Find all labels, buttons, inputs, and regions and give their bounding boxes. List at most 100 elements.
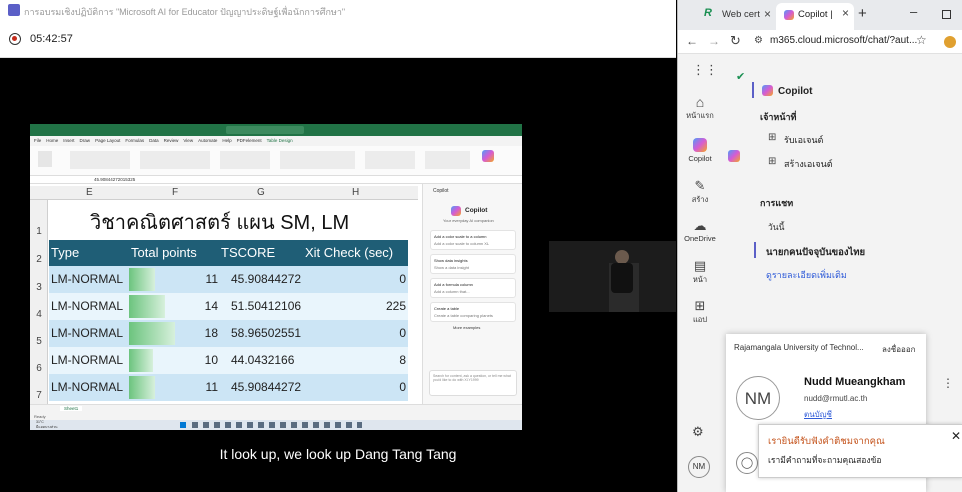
favorite-star-icon[interactable]: ☆: [916, 33, 927, 47]
back-icon[interactable]: ←: [686, 34, 698, 48]
cell-xit[interactable]: 0: [399, 272, 406, 286]
col-letter-e[interactable]: E: [86, 187, 93, 198]
header-xit-check[interactable]: Xit Check (sec): [305, 245, 393, 260]
tab-view[interactable]: View: [183, 138, 193, 143]
more-options-icon[interactable]: ⋮: [942, 376, 954, 390]
cell-type[interactable]: LM-NORMAL: [51, 380, 123, 394]
cell-points[interactable]: 11: [206, 380, 218, 394]
suggestion-card[interactable]: Add a color scale to a column Add a colo…: [430, 230, 516, 250]
speaker-video[interactable]: [549, 241, 676, 312]
rail-item-create[interactable]: ✎ สร้าง: [678, 178, 722, 212]
user-avatar[interactable]: NM: [688, 456, 710, 478]
tab-file[interactable]: File: [34, 138, 41, 143]
sheet-tab[interactable]: Sheet1: [60, 406, 83, 411]
col-letter-h[interactable]: H: [352, 187, 359, 198]
cell-tscore[interactable]: 45.90844272: [231, 380, 301, 394]
more-examples-button[interactable]: More examples: [453, 325, 480, 330]
tab-automate[interactable]: Automate: [198, 138, 217, 143]
tab-insert[interactable]: Insert: [63, 138, 74, 143]
font-group-icon[interactable]: [70, 151, 130, 169]
minimize-icon[interactable]: –: [910, 4, 917, 19]
sign-out-link[interactable]: ลงชื่อออก: [882, 343, 916, 356]
maximize-icon[interactable]: [942, 10, 951, 19]
cell-tscore[interactable]: 45.90844272: [231, 272, 301, 286]
cell-xit[interactable]: 8: [399, 353, 406, 367]
header-total-points[interactable]: Total points: [131, 245, 197, 260]
create-agent-link[interactable]: สร้างเอเจนต์: [784, 157, 833, 171]
rail-item-onedrive[interactable]: ☁ OneDrive: [678, 218, 722, 252]
new-tab-icon[interactable]: +: [858, 5, 867, 22]
tab-home[interactable]: Home: [46, 138, 58, 143]
row-num-6[interactable]: 6: [30, 363, 48, 374]
weather-widget[interactable]: 31°C มีแดดบางส่วน: [36, 420, 58, 430]
row-num-3[interactable]: 3: [30, 282, 48, 293]
close-tab-icon[interactable]: ×: [842, 6, 849, 20]
tab-help[interactable]: Help: [222, 138, 231, 143]
cell-tscore[interactable]: 58.96502551: [231, 326, 301, 340]
header-tscore[interactable]: TSCORE: [221, 245, 275, 260]
col-letter-f[interactable]: F: [172, 187, 178, 198]
cell-type[interactable]: LM-NORMAL: [51, 299, 123, 313]
record-icon[interactable]: [9, 33, 21, 45]
cells-group-icon[interactable]: [365, 151, 415, 169]
cell-type[interactable]: LM-NORMAL: [51, 326, 123, 340]
tab-formulas[interactable]: Formulas: [125, 138, 144, 143]
row-num-7[interactable]: 7: [30, 390, 48, 401]
tab-table-design[interactable]: Table Design: [267, 138, 293, 143]
cell-points[interactable]: 18: [205, 326, 218, 340]
col-letter-g[interactable]: G: [257, 187, 265, 198]
suggestion-card[interactable]: Create a table Create a table comparing …: [430, 302, 516, 322]
formula-value[interactable]: 45.90844272015325: [94, 177, 135, 182]
tab-page-layout[interactable]: Page Layout: [95, 138, 120, 143]
cell-points[interactable]: 11: [206, 272, 218, 286]
address-bar[interactable]: m365.cloud.microsoft/chat/?aut...: [770, 35, 917, 46]
chat-history-item[interactable]: นายกคนปัจจุบันของไทย: [766, 245, 865, 260]
cell-xit[interactable]: 0: [399, 326, 406, 340]
account-switch-avatar[interactable]: ◯: [736, 452, 758, 474]
settings-gear-icon[interactable]: ⚙: [692, 424, 704, 440]
number-group-icon[interactable]: [220, 151, 270, 169]
tab-pdfelement[interactable]: PDFelement: [237, 138, 262, 143]
my-account-link[interactable]: ตนบัญชี: [804, 408, 832, 421]
cell-xit[interactable]: 0: [399, 380, 406, 394]
app-launcher-icon[interactable]: ⋮⋮: [692, 62, 718, 78]
suggestion-card[interactable]: Add a formula column Add a column that..…: [430, 278, 516, 298]
start-icon[interactable]: [180, 422, 186, 428]
tab-web-cert[interactable]: R Web cert ×: [704, 6, 776, 26]
row-num-4[interactable]: 4: [30, 309, 48, 320]
row-num-5[interactable]: 5: [30, 336, 48, 347]
suggestion-card[interactable]: Show data insights Show a data insight: [430, 254, 516, 274]
see-more-link[interactable]: ดูรายละเอียดเพิ่มเติม: [766, 268, 847, 282]
sheet-title[interactable]: วิชาคณิตศาสตร์ แผน SM, LM: [90, 206, 349, 238]
get-agents-link[interactable]: รับเอเจนต์: [784, 133, 823, 147]
forward-icon[interactable]: →: [708, 34, 720, 48]
copilot-input[interactable]: Search for content, ask a question, or t…: [429, 370, 517, 396]
rail-item-apps[interactable]: ⊞ แอป: [678, 298, 722, 332]
alignment-group-icon[interactable]: [140, 151, 210, 169]
rail-item-home[interactable]: ⌂ หน้าแรก: [678, 94, 722, 128]
close-toast-icon[interactable]: ✕: [951, 429, 961, 443]
cell-tscore[interactable]: 51.50412106: [231, 299, 301, 313]
taskbar-app-icons[interactable]: [192, 422, 362, 428]
close-tab-icon[interactable]: ×: [764, 7, 771, 21]
clipboard-group-icon[interactable]: [38, 151, 52, 167]
excel-search-box[interactable]: [226, 126, 304, 134]
copilot-ribbon-icon[interactable]: [482, 150, 494, 162]
cell-xit[interactable]: 225: [386, 299, 406, 313]
rail-item-copilot[interactable]: Copilot: [678, 138, 722, 172]
refresh-icon[interactable]: ↻: [730, 33, 741, 49]
tab-draw[interactable]: Draw: [80, 138, 91, 143]
panel-title[interactable]: Copilot: [778, 86, 812, 97]
cell-points[interactable]: 14: [205, 299, 218, 313]
cell-tscore[interactable]: 44.0432166: [231, 353, 294, 367]
editing-group-icon[interactable]: [425, 151, 470, 169]
styles-group-icon[interactable]: [280, 151, 355, 169]
cell-type[interactable]: LM-NORMAL: [51, 353, 123, 367]
tab-review[interactable]: Review: [164, 138, 179, 143]
feedback-toast[interactable]: เรายินดีรับฟังคำติชมจากคุณ เรามีคำถามที่…: [758, 424, 962, 478]
cell-type[interactable]: LM-NORMAL: [51, 272, 123, 286]
tab-copilot[interactable]: Copilot | ×: [776, 3, 854, 30]
tab-data[interactable]: Data: [149, 138, 159, 143]
rail-item-pages[interactable]: ▤ หน้า: [678, 258, 722, 292]
header-type[interactable]: Type: [51, 245, 79, 260]
